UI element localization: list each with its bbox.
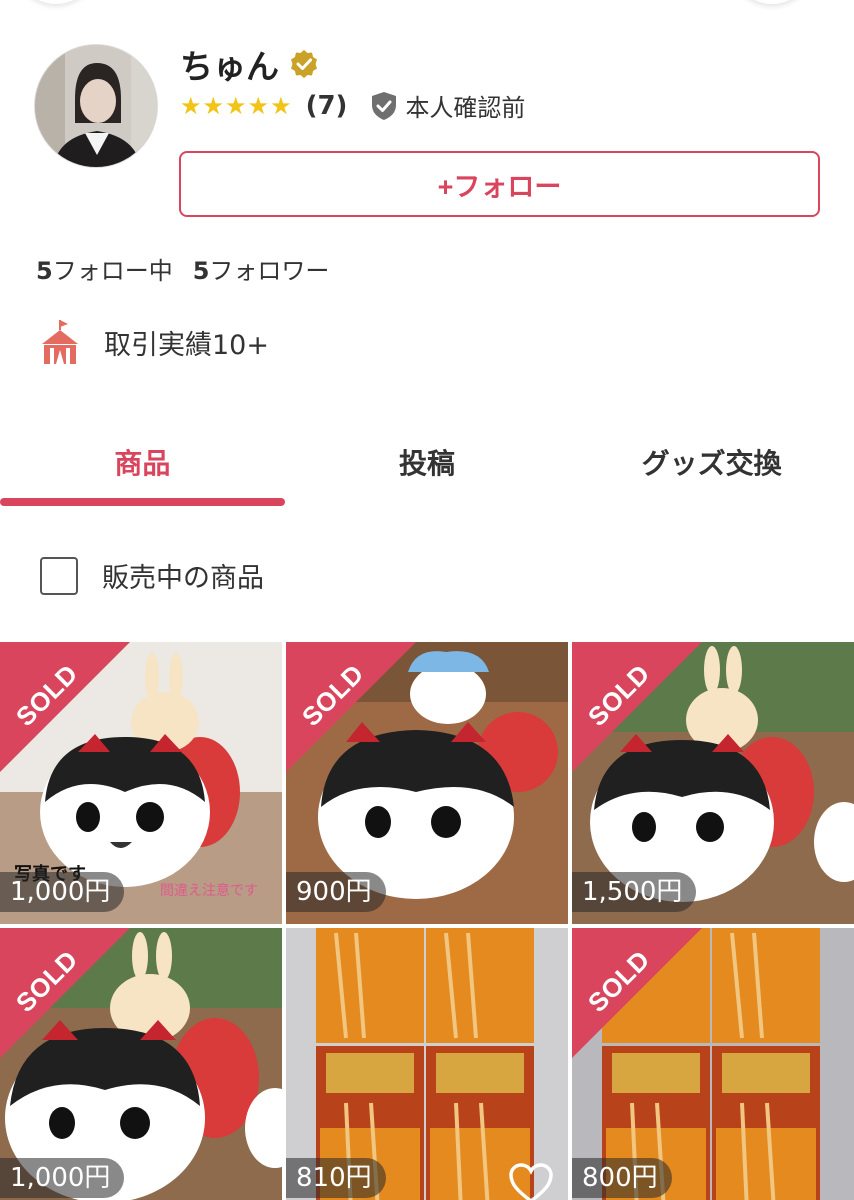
product-price: 1,000円 (0, 1158, 125, 1198)
product-card[interactable]: SOLD 800円 (572, 928, 854, 1200)
product-card[interactable]: SOLD 写真です 間違え注意です 1,000円 (0, 642, 282, 924)
avatar[interactable] (34, 44, 158, 168)
product-price: 900円 (286, 872, 386, 912)
tent-icon (42, 320, 78, 364)
product-price: 1,500円 (572, 872, 697, 912)
product-price: 810円 (286, 1158, 386, 1198)
transaction-achievement: 取引実績10+ (104, 329, 269, 361)
on-sale-checkbox[interactable] (40, 556, 78, 595)
product-grid: SOLD 写真です 間違え注意です 1,000円 SOLD 900円 (0, 642, 854, 1200)
followers-number: 5 (192, 257, 210, 285)
product-card[interactable]: SOLD 1,000円 (0, 928, 282, 1200)
rating-count[interactable]: (7) (306, 91, 348, 121)
followers-label: フォロワー (209, 257, 330, 285)
following-label: フォロー中 (52, 257, 173, 285)
follow-button[interactable]: +フォロー (179, 151, 820, 217)
star-icon: ★ (202, 91, 225, 120)
username: ちゅん (180, 47, 279, 86)
product-price: 1,000円 (0, 872, 125, 912)
product-card[interactable]: SOLD 1,500円 (572, 642, 854, 924)
product-card[interactable]: SOLD 900円 (286, 642, 568, 924)
identity-status: 本人確認前 (405, 94, 526, 122)
star-icon: ★ (180, 91, 202, 120)
followers-count[interactable]: 5フォロワー (193, 251, 330, 286)
top-right-button[interactable] (730, 0, 814, 4)
following-count[interactable]: 5フォロー中 (36, 251, 173, 286)
profile-page: ちゅん ★ ★ ★ ★ ★ (7) 本人確認前 +フォロー 5フォロー中 5フォ… (0, 0, 854, 1200)
tab-posts[interactable]: 投稿 (285, 432, 570, 512)
product-card[interactable]: 810円 (286, 928, 568, 1200)
on-sale-filter-label[interactable]: 販売中の商品 (102, 556, 264, 595)
rating-stars: ★ ★ ★ ★ ★ (180, 94, 292, 118)
top-left-button[interactable] (14, 0, 98, 4)
verified-badge-icon (291, 50, 317, 78)
star-icon: ★ (270, 91, 292, 120)
star-icon: ★ (247, 91, 270, 120)
shield-check-icon (372, 91, 397, 120)
tab-goods-exchange[interactable]: グッズ交換 (569, 432, 854, 512)
like-heart-icon[interactable] (508, 1162, 554, 1200)
star-icon: ★ (225, 91, 247, 120)
photo-note: 間違え注意です (160, 883, 258, 899)
product-price: 800円 (572, 1158, 672, 1198)
active-tab-indicator (0, 498, 285, 506)
following-number: 5 (36, 257, 53, 285)
